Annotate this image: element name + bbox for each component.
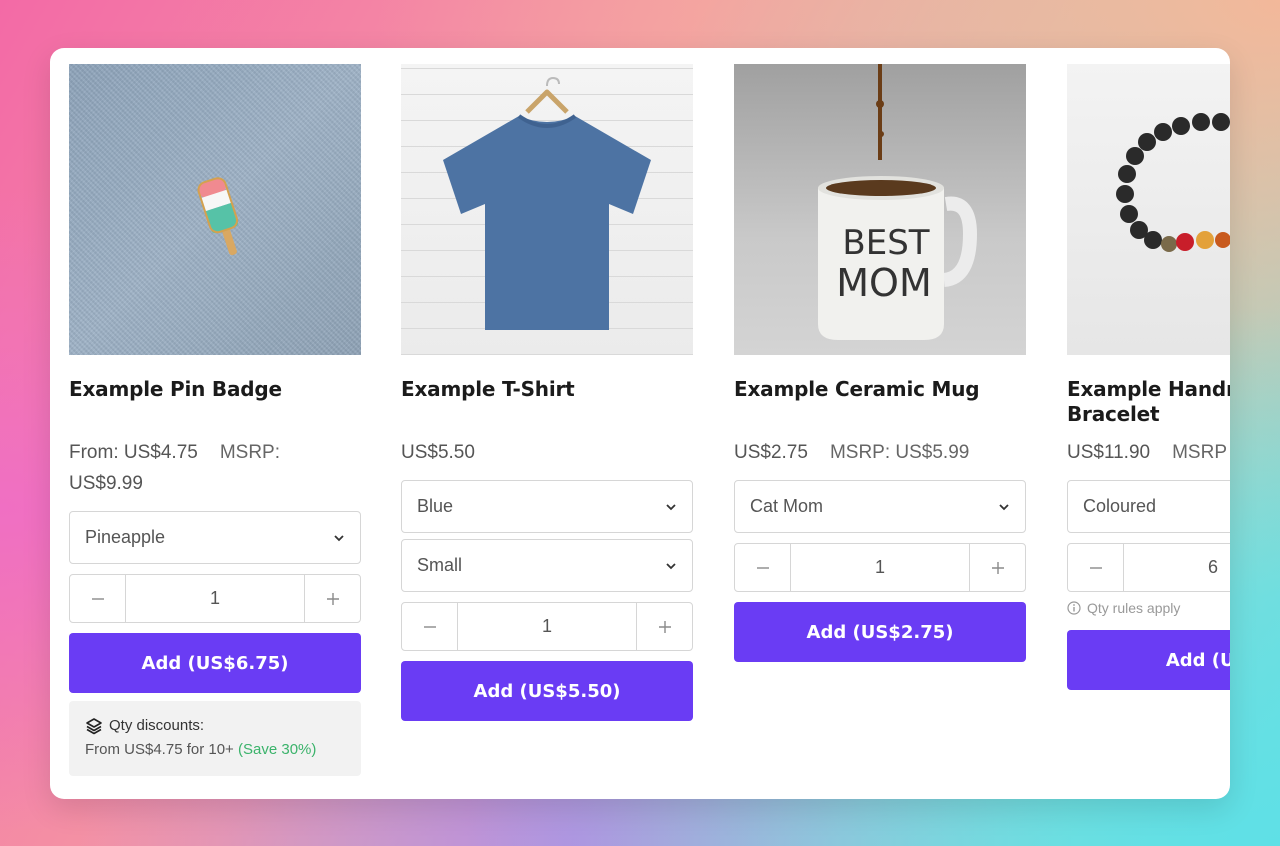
quantity-input[interactable]: 1 bbox=[458, 603, 636, 650]
variant-select-value: Coloured bbox=[1083, 496, 1157, 516]
product-title[interactable]: Example Ceramic Mug bbox=[734, 377, 1026, 427]
msrp-value: MSRP: US$5.99 bbox=[829, 442, 970, 463]
color-select[interactable]: Blue bbox=[401, 480, 693, 533]
product-card-ceramic-mug: BEST MOM Example Ceramic Mug US$2.75 MSRP… bbox=[734, 64, 1026, 662]
product-title[interactable]: Example Handr Bracelet bbox=[1067, 377, 1230, 427]
qty-discount-box: Qty discounts: From US$4.75 for 10+ (Sav… bbox=[69, 701, 361, 776]
quantity-stepper: 1 bbox=[69, 574, 361, 623]
chevron-down-icon bbox=[334, 534, 344, 541]
size-select[interactable]: Small bbox=[401, 539, 693, 592]
price-value: US$11.90 bbox=[1067, 442, 1151, 463]
qty-discount-save: (Save 30%) bbox=[238, 741, 317, 758]
chevron-down-icon bbox=[999, 503, 1009, 510]
qty-discount-title: Qty discounts: bbox=[109, 717, 205, 734]
t-shirt-illustration bbox=[443, 76, 651, 330]
price-from: From: US$4.75 bbox=[69, 442, 198, 463]
product-price: From: US$4.75 MSRP: US$9.99 bbox=[69, 437, 361, 499]
quantity-input[interactable]: 1 bbox=[791, 544, 969, 591]
minus-icon bbox=[756, 566, 769, 569]
minus-icon bbox=[423, 625, 436, 628]
product-title[interactable]: Example T-Shirt bbox=[401, 377, 693, 427]
quantity-stepper: 1 bbox=[401, 602, 693, 651]
add-to-cart-button[interactable]: Add (US$5.50) bbox=[401, 661, 693, 721]
qty-discount-from: From US$4.75 for 10+ bbox=[85, 741, 234, 758]
qty-discount-header: Qty discounts: bbox=[85, 714, 345, 738]
quantity-stepper: 6 bbox=[1067, 543, 1230, 592]
mug-text-mom: MOM bbox=[836, 261, 931, 305]
msrp-label: MSRP bbox=[1172, 442, 1228, 463]
decrease-qty-button[interactable] bbox=[1068, 544, 1124, 591]
product-title-line2: Bracelet bbox=[1067, 402, 1160, 426]
msrp-label: MSRP: bbox=[219, 442, 281, 463]
variant-select[interactable]: Cat Mom bbox=[734, 480, 1026, 533]
product-grid-card: Example Pin Badge From: US$4.75 MSRP: US$… bbox=[50, 48, 1230, 799]
quantity-input[interactable]: 6 bbox=[1124, 544, 1230, 591]
price-value: US$2.75 bbox=[734, 442, 808, 463]
decrease-qty-button[interactable] bbox=[735, 544, 791, 591]
minus-icon bbox=[1089, 566, 1102, 569]
add-to-cart-button[interactable]: Add (US$2.75) bbox=[734, 602, 1026, 662]
variant-select-value: Pineapple bbox=[85, 527, 166, 547]
product-image[interactable]: BEST MOM bbox=[734, 64, 1026, 355]
plus-icon bbox=[658, 620, 671, 633]
pin-badge-illustration bbox=[197, 177, 239, 256]
qty-rules-note: Qty rules apply bbox=[1067, 600, 1230, 616]
info-icon bbox=[1067, 601, 1081, 615]
minus-icon bbox=[91, 597, 104, 600]
add-to-cart-button[interactable]: Add (US$ bbox=[1067, 630, 1230, 690]
product-card-pin-badge: Example Pin Badge From: US$4.75 MSRP: US$… bbox=[69, 64, 361, 776]
product-price: US$11.90 MSRP bbox=[1067, 437, 1230, 468]
product-image[interactable] bbox=[1067, 64, 1230, 355]
product-card-bracelet: Example Handr Bracelet US$11.90 MSRP Colo… bbox=[1067, 64, 1230, 690]
variant-select[interactable]: Pineapple bbox=[69, 511, 361, 564]
layers-icon bbox=[86, 718, 102, 735]
quantity-stepper: 1 bbox=[734, 543, 1026, 592]
product-title-line1: Example Handr bbox=[1067, 377, 1230, 401]
plus-icon bbox=[991, 561, 1004, 574]
bracelet-illustration bbox=[1116, 113, 1230, 252]
product-price: US$5.50 bbox=[401, 442, 475, 463]
product-title[interactable]: Example Pin Badge bbox=[69, 377, 361, 427]
plus-icon bbox=[326, 592, 339, 605]
product-price: US$2.75 MSRP: US$5.99 bbox=[734, 437, 1026, 468]
qty-rules-text: Qty rules apply bbox=[1087, 600, 1181, 616]
increase-qty-button[interactable] bbox=[304, 575, 360, 622]
size-select-value: Small bbox=[417, 555, 463, 575]
mug-illustration: BEST MOM bbox=[818, 64, 978, 340]
qty-discount-text: From US$4.75 for 10+ (Save 30%) bbox=[85, 738, 345, 762]
increase-qty-button[interactable] bbox=[636, 603, 692, 650]
quantity-input[interactable]: 1 bbox=[126, 575, 304, 622]
decrease-qty-button[interactable] bbox=[70, 575, 126, 622]
product-card-t-shirt: Example T-Shirt US$5.50 Blue Small 1 Add… bbox=[401, 64, 693, 721]
decrease-qty-button[interactable] bbox=[402, 603, 458, 650]
color-select-value: Blue bbox=[417, 496, 454, 516]
chevron-down-icon bbox=[666, 562, 676, 569]
chevron-down-icon bbox=[666, 503, 676, 510]
mug-text-best: BEST bbox=[842, 223, 929, 263]
product-image[interactable] bbox=[401, 64, 693, 355]
product-image[interactable] bbox=[69, 64, 361, 355]
increase-qty-button[interactable] bbox=[969, 544, 1025, 591]
msrp-value: US$9.99 bbox=[69, 473, 143, 494]
variant-select-value: Cat Mom bbox=[750, 496, 824, 516]
variant-select[interactable]: Coloured bbox=[1067, 480, 1230, 533]
add-to-cart-button[interactable]: Add (US$6.75) bbox=[69, 633, 361, 693]
